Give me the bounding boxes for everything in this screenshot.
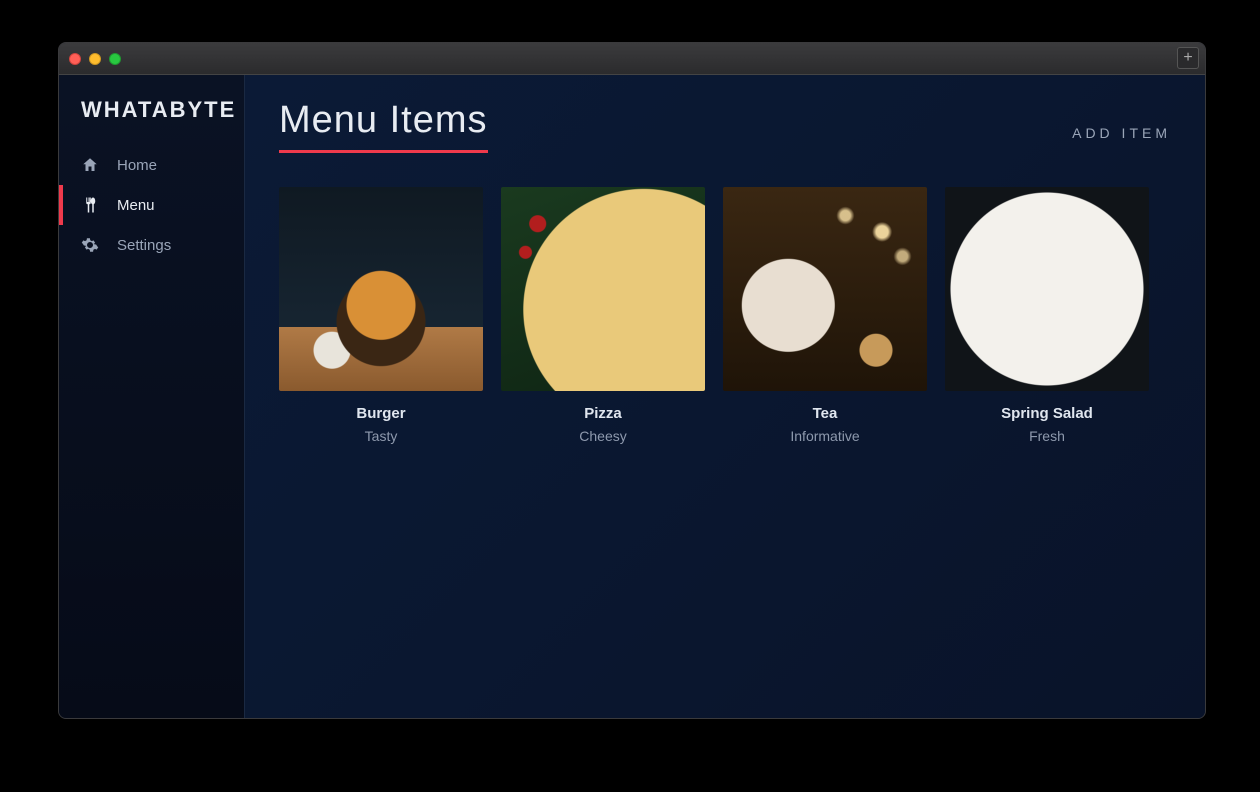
window-titlebar: + bbox=[59, 43, 1205, 75]
menu-card-name: Burger bbox=[279, 405, 483, 422]
window-minimize-button[interactable] bbox=[89, 53, 101, 65]
window-traffic-lights bbox=[69, 53, 121, 65]
sidebar-item-menu[interactable]: Menu bbox=[59, 185, 244, 225]
sidebar-nav: Home Menu Settings bbox=[59, 145, 244, 265]
add-item-button[interactable]: ADD ITEM bbox=[1072, 125, 1171, 153]
menu-card[interactable]: Tea Informative bbox=[723, 187, 927, 444]
new-tab-button[interactable]: + bbox=[1177, 47, 1199, 69]
menu-card-name: Spring Salad bbox=[945, 405, 1149, 422]
menu-card[interactable]: Spring Salad Fresh bbox=[945, 187, 1149, 444]
app-window: + WHATABYTE Home Menu bbox=[58, 42, 1206, 719]
menu-card-name: Pizza bbox=[501, 405, 705, 422]
menu-card-desc: Informative bbox=[723, 428, 927, 444]
gear-icon bbox=[81, 236, 99, 254]
sidebar-item-label: Home bbox=[117, 157, 157, 174]
page-title: Menu Items bbox=[279, 99, 488, 153]
menu-card[interactable]: Burger Tasty bbox=[279, 187, 483, 444]
sidebar-item-label: Settings bbox=[117, 237, 171, 254]
sidebar-item-label: Menu bbox=[117, 197, 155, 214]
menu-card[interactable]: Pizza Cheesy bbox=[501, 187, 705, 444]
sidebar-item-settings[interactable]: Settings bbox=[59, 225, 244, 265]
menu-card-image bbox=[945, 187, 1149, 391]
menu-card-desc: Cheesy bbox=[501, 428, 705, 444]
menu-card-image bbox=[501, 187, 705, 391]
sidebar: WHATABYTE Home Menu bbox=[59, 75, 245, 718]
menu-grid: Burger Tasty Pizza Cheesy Tea Informativ… bbox=[279, 187, 1171, 444]
menu-card-image bbox=[279, 187, 483, 391]
app-body: WHATABYTE Home Menu bbox=[59, 75, 1205, 718]
menu-card-name: Tea bbox=[723, 405, 927, 422]
main-content: Menu Items ADD ITEM Burger Tasty Pizza C… bbox=[245, 75, 1205, 718]
main-header: Menu Items ADD ITEM bbox=[279, 99, 1171, 153]
window-close-button[interactable] bbox=[69, 53, 81, 65]
menu-card-desc: Tasty bbox=[279, 428, 483, 444]
home-icon bbox=[81, 156, 99, 174]
menu-card-desc: Fresh bbox=[945, 428, 1149, 444]
utensils-icon bbox=[81, 196, 99, 214]
brand-logo: WHATABYTE bbox=[59, 97, 244, 145]
window-zoom-button[interactable] bbox=[109, 53, 121, 65]
menu-card-image bbox=[723, 187, 927, 391]
sidebar-item-home[interactable]: Home bbox=[59, 145, 244, 185]
